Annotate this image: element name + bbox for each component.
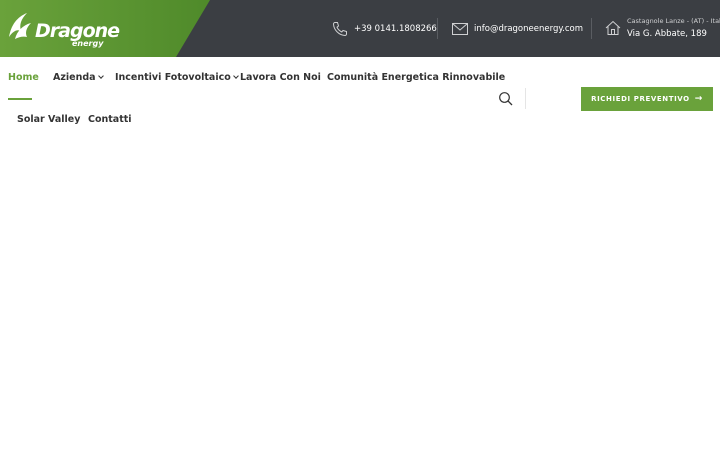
mail-icon <box>452 22 468 35</box>
request-quote-label: RICHIEDI PREVENTIVO <box>591 95 690 103</box>
search-icon[interactable] <box>498 91 514 107</box>
nav-solar-valley[interactable]: Solar Valley <box>17 114 80 125</box>
logo[interactable]: Dragone energy <box>7 9 120 48</box>
nav-active-indicator <box>8 98 32 100</box>
request-quote-button[interactable]: RICHIEDI PREVENTIVO → <box>581 87 713 111</box>
nav-lavora[interactable]: Lavora Con Noi <box>240 72 321 83</box>
home-icon <box>605 20 621 35</box>
chevron-down-icon <box>97 73 104 79</box>
phone-contact[interactable]: +39 0141.1808266 <box>332 0 437 57</box>
nav-comunita[interactable]: Comunità Energetica Rinnovabile <box>327 72 505 83</box>
email-address: info@dragoneenergy.com <box>474 23 584 34</box>
wave-logo-icon <box>9 13 31 39</box>
nav-incentivi-label: Incentivi Fotovoltaico <box>115 72 231 83</box>
arrow-right-icon: → <box>694 94 703 104</box>
nav-incentivi[interactable]: Incentivi Fotovoltaico <box>115 72 239 83</box>
nav-azienda[interactable]: Azienda <box>53 72 104 83</box>
nav-divider <box>525 88 526 109</box>
top-bar: Dragone energy +39 0141.1808266 info@dra… <box>0 0 720 57</box>
nav-home[interactable]: Home <box>8 72 39 83</box>
chevron-down-icon <box>232 73 239 79</box>
nav-contatti[interactable]: Contatti <box>88 114 132 125</box>
topbar-divider <box>591 18 592 39</box>
email-contact[interactable]: info@dragoneenergy.com <box>452 0 583 57</box>
phone-number: +39 0141.1808266 <box>354 23 437 34</box>
phone-icon <box>332 21 347 36</box>
topbar-divider <box>437 18 438 39</box>
logo-subtext: energy <box>72 39 104 48</box>
nav-azienda-label: Azienda <box>53 72 96 83</box>
address-city: Castagnole Lanze - (AT) - Italy <box>627 17 720 25</box>
address-street: Via G. Abbate, 189 <box>627 29 707 39</box>
